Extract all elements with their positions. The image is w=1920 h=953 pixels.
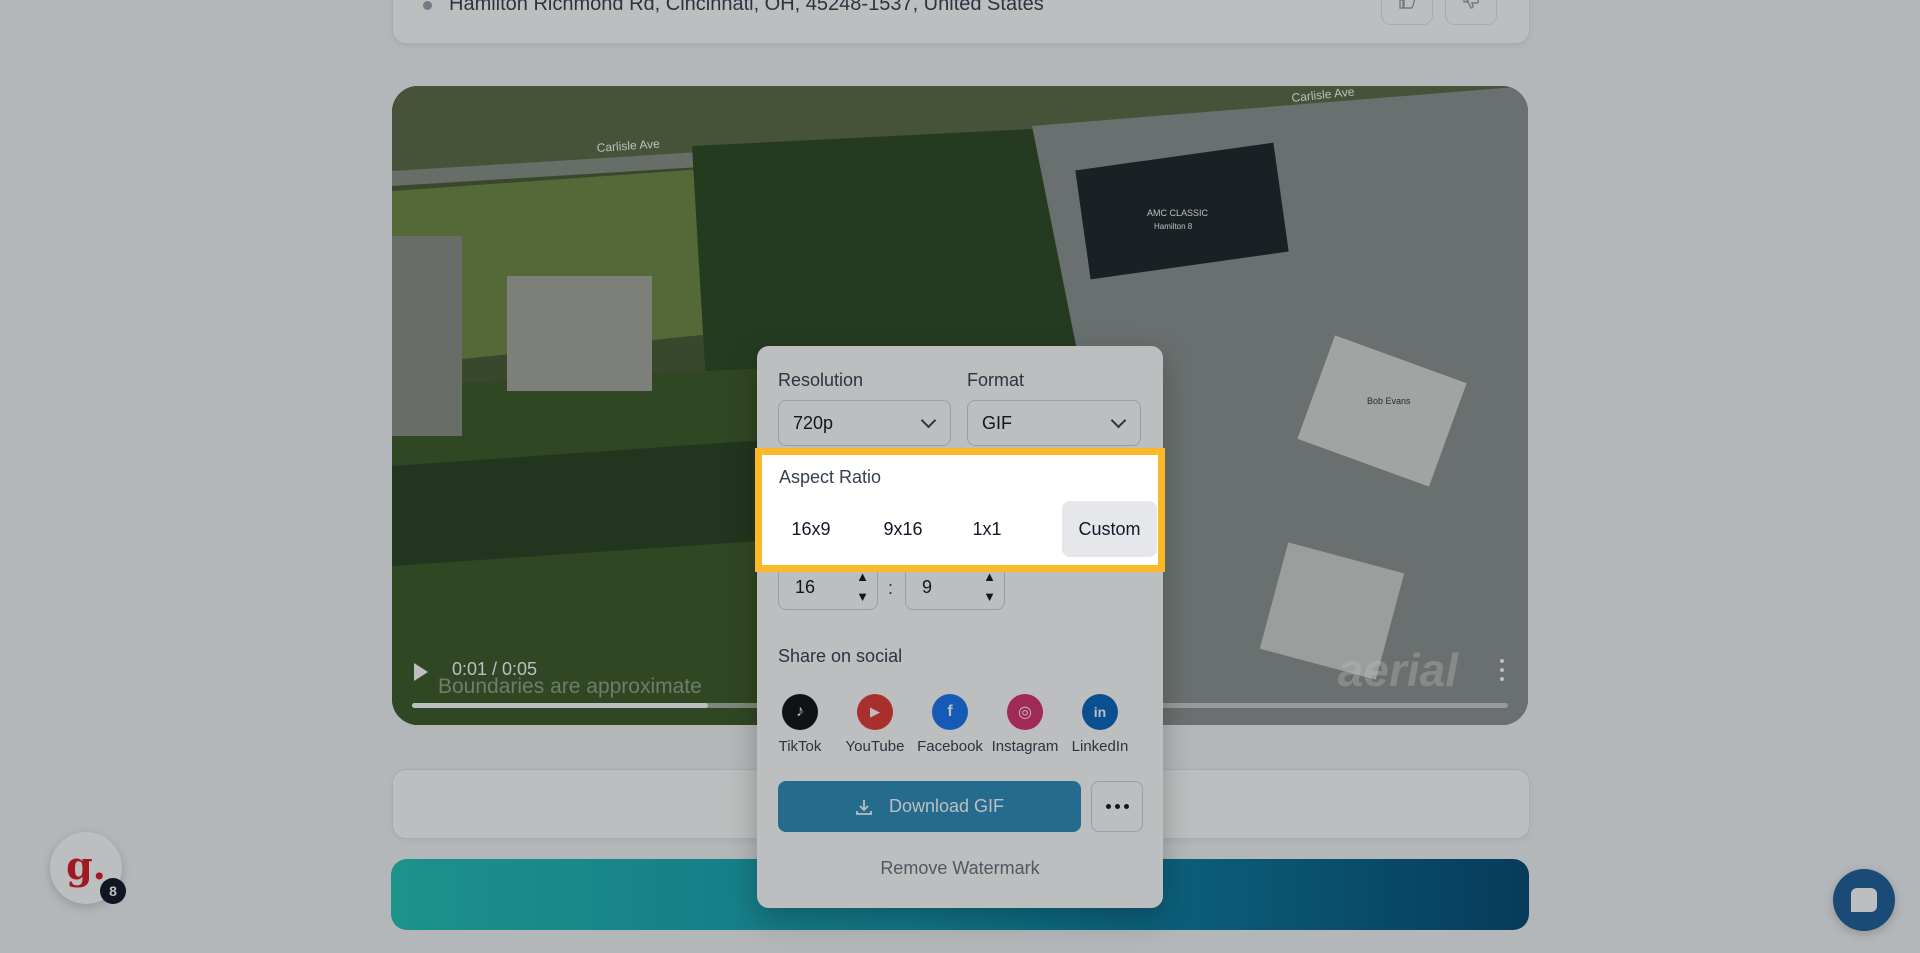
aspect-option-9x16[interactable]: 9x16 bbox=[864, 501, 942, 557]
aspect-option-1x1[interactable]: 1x1 bbox=[948, 501, 1026, 557]
popover-dim-overlay bbox=[757, 346, 1163, 908]
aspect-ratio-label: Aspect Ratio bbox=[779, 467, 882, 487]
export-popover: Resolution 720p Format GIF 16 ▲ ▼ : 9 ▲ ▼ … bbox=[757, 346, 1163, 908]
aspect-option-custom[interactable]: Custom bbox=[1062, 501, 1157, 557]
aspect-ratio-highlight: Aspect Ratio 16x9 9x16 1x1 Custom bbox=[755, 448, 1165, 572]
aspect-option-16x9[interactable]: 16x9 bbox=[772, 501, 850, 557]
